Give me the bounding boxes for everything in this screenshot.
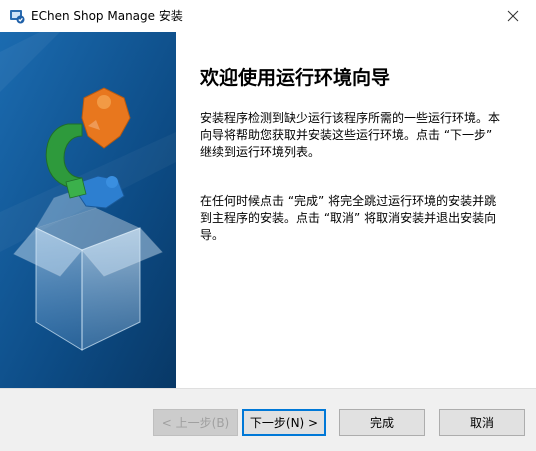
finish-cancel-paragraph: 在任何时候点击 “完成” 将完全跳过运行环境的安装并跳到主程序的安装。点击 “取… bbox=[200, 194, 497, 242]
wizard-content: 欢迎使用运行环境向导 安装程序检测到缺少运行该程序所需的一些运行环境。本向导将帮… bbox=[176, 32, 536, 388]
title-bar: EChen Shop Manage 安装 bbox=[0, 0, 536, 32]
puzzle-box-illustration bbox=[0, 32, 176, 388]
intro-paragraph: 安装程序检测到缺少运行该程序所需的一些运行环境。本向导将帮助您获取并安装这些运行… bbox=[200, 111, 501, 159]
close-button[interactable] bbox=[490, 0, 536, 32]
wizard-side-panel bbox=[0, 32, 176, 388]
next-button[interactable]: 下一步(N) > bbox=[242, 409, 326, 436]
button-bar: < 上一步(B) 下一步(N) > 完成 取消 bbox=[0, 388, 536, 451]
page-title: 欢迎使用运行环境向导 bbox=[200, 67, 391, 89]
cancel-button[interactable]: 取消 bbox=[439, 409, 525, 436]
finish-button[interactable]: 完成 bbox=[339, 409, 425, 436]
close-icon bbox=[507, 10, 519, 22]
back-button[interactable]: < 上一步(B) bbox=[153, 409, 238, 436]
window-title: EChen Shop Manage 安装 bbox=[31, 9, 183, 23]
installer-app-icon bbox=[9, 8, 25, 24]
